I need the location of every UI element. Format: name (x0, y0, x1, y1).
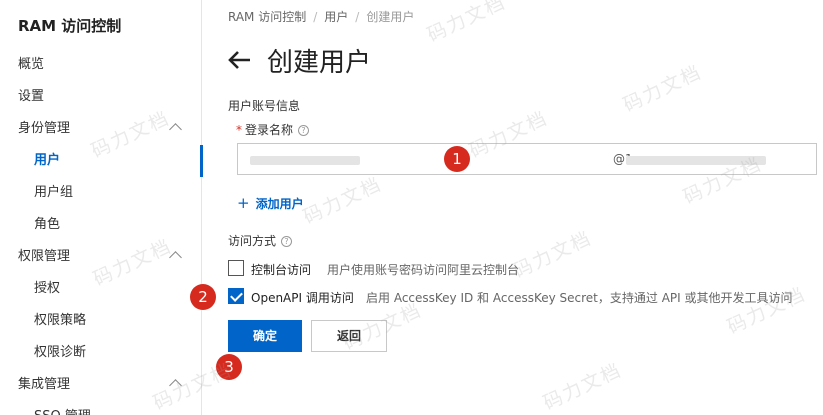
step-marker-1: 1 (444, 146, 470, 172)
console-access-checkbox[interactable] (228, 260, 244, 276)
login-name-input[interactable]: @1 n.com (237, 143, 817, 175)
watermark: 码力文档 (509, 227, 596, 283)
watermark: 码力文档 (539, 359, 626, 415)
required-mark: * (236, 123, 242, 137)
login-name-label: * 登录名称? (236, 121, 310, 138)
login-name-text: 登录名称 (245, 123, 294, 137)
sidebar-item-label: 权限策略 (34, 313, 87, 328)
help-icon[interactable]: ? (298, 125, 310, 136)
sidebar-item-policies[interactable]: 权限策略 (0, 305, 202, 337)
account-info-heading: 用户账号信息 (228, 99, 301, 113)
watermark: 码力文档 (423, 0, 510, 47)
redacted-username (250, 156, 360, 165)
openapi-access-description: 启用 AccessKey ID 和 AccessKey Secret，支持通过 … (366, 291, 793, 305)
confirm-button[interactable]: 确定 (228, 320, 302, 352)
sidebar-item-label: 权限诊断 (34, 345, 87, 360)
sidebar-item-label: 概览 (18, 57, 45, 72)
sidebar-item-diagnostics[interactable]: 权限诊断 (0, 337, 202, 369)
sidebar-item-label: 身份管理 (18, 121, 71, 136)
breadcrumb-separator: / (313, 10, 318, 24)
back-button[interactable]: 返回 (311, 320, 387, 352)
console-access-description: 用户使用账号密码访问阿里云控制台 (327, 263, 520, 277)
sidebar-item-sso[interactable]: SSO 管理 (0, 401, 202, 415)
sidebar: RAM 访问控制 概览 设置 身份管理 用户 用户组 角色 权限管理 授权 权限… (0, 0, 203, 415)
sidebar-item-overview[interactable]: 概览 (0, 49, 202, 81)
sidebar-item-label: 设置 (18, 89, 45, 104)
sidebar-item-label: SSO 管理 (34, 401, 91, 415)
access-method-text: 访问方式 (228, 234, 277, 248)
chevron-up-icon (169, 251, 182, 264)
help-icon[interactable]: ? (281, 236, 293, 247)
sidebar-group-integration[interactable]: 集成管理 (0, 369, 202, 401)
breadcrumb: RAM 访问控制 / 用户 / 创建用户 (228, 8, 414, 25)
breadcrumb-current: 创建用户 (366, 10, 415, 24)
console-access-label: 控制台访问 (251, 263, 312, 277)
step-marker-3: 3 (216, 354, 242, 380)
sidebar-group-identity[interactable]: 身份管理 (0, 113, 202, 145)
sidebar-item-label: 集成管理 (18, 377, 71, 392)
chevron-up-icon (169, 379, 182, 392)
sidebar-item-label: 授权 (34, 281, 61, 296)
openapi-access-label: OpenAPI 调用访问 (251, 291, 354, 305)
sidebar-title: RAM 访问控制 (18, 17, 122, 35)
sidebar-item-label: 角色 (34, 217, 61, 232)
sidebar-item-settings[interactable]: 设置 (0, 81, 202, 113)
arrow-left-icon[interactable] (227, 49, 251, 71)
sidebar-item-label: 用户组 (34, 185, 74, 200)
sidebar-item-user-groups[interactable]: 用户组 (0, 177, 202, 209)
sidebar-item-grants[interactable]: 授权 (0, 273, 202, 305)
step-marker-2: 2 (190, 284, 216, 310)
watermark: 码力文档 (299, 173, 386, 229)
breadcrumb-separator: / (355, 10, 360, 24)
sidebar-item-label: 权限管理 (18, 249, 71, 264)
redacted-domain (626, 156, 766, 165)
add-user-link[interactable]: + 添加用户 (237, 194, 304, 212)
sidebar-item-users[interactable]: 用户 (0, 145, 203, 177)
sidebar-item-label: 用户 (34, 153, 61, 168)
sidebar-item-roles[interactable]: 角色 (0, 209, 202, 241)
breadcrumb-users[interactable]: 用户 (324, 10, 348, 24)
page-title: 创建用户 (267, 48, 372, 78)
openapi-access-checkbox[interactable] (228, 288, 244, 304)
sidebar-group-permissions[interactable]: 权限管理 (0, 241, 202, 273)
add-user-label: 添加用户 (255, 197, 304, 211)
access-method-heading: 访问方式? (228, 232, 293, 249)
chevron-up-icon (169, 123, 182, 136)
watermark: 码力文档 (619, 61, 706, 117)
plus-icon: + (237, 194, 250, 212)
breadcrumb-ram[interactable]: RAM 访问控制 (228, 10, 306, 24)
